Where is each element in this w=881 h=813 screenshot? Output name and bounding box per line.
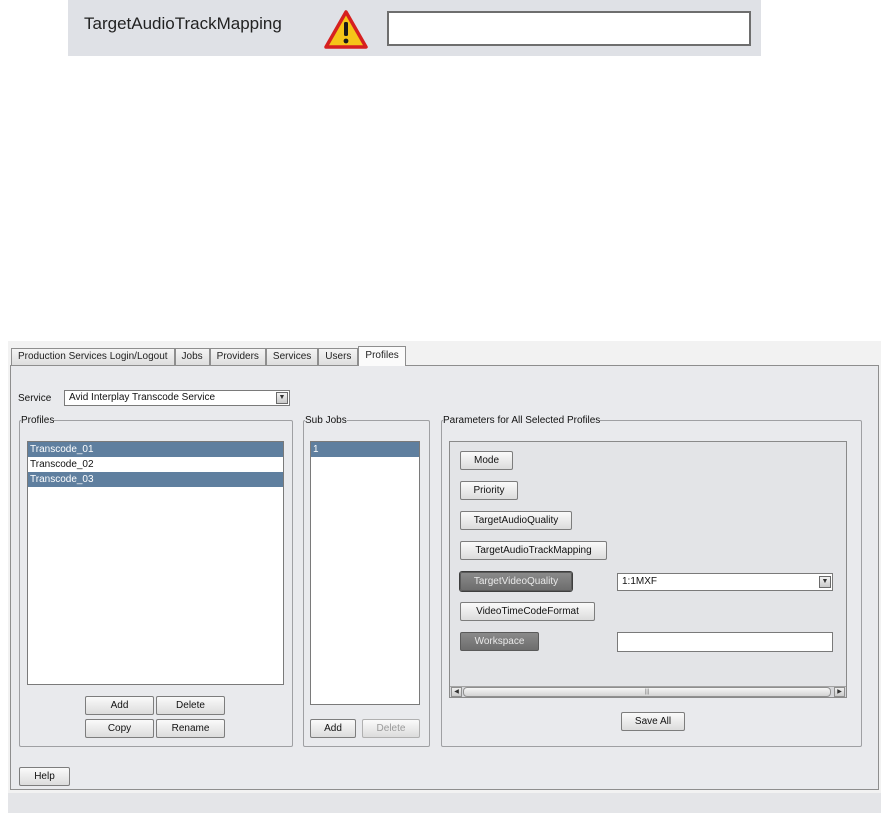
tab-login-logout[interactable]: Production Services Login/Logout: [11, 348, 175, 366]
rename-profile-button[interactable]: Rename: [156, 719, 225, 738]
priority-button[interactable]: Priority: [460, 481, 518, 500]
subjobs-legend: Sub Jobs: [305, 415, 347, 426]
delete-subjob-button[interactable]: Delete: [362, 719, 420, 738]
status-bar: [8, 793, 881, 813]
target-video-quality-select[interactable]: 1:1MXF ▼: [617, 573, 833, 591]
parameters-scroll-area: Mode Priority TargetAudioQuality TargetA…: [449, 441, 847, 698]
callout-strip: TargetAudioTrackMapping: [68, 0, 761, 56]
subjobs-list[interactable]: 1: [310, 441, 420, 705]
list-item[interactable]: Transcode_02: [28, 457, 283, 472]
scroll-thumb[interactable]: |||: [463, 687, 831, 697]
service-select[interactable]: Avid Interplay Transcode Service ▼: [64, 390, 290, 406]
callout-label: TargetAudioTrackMapping: [84, 14, 282, 33]
profiles-panel: Service Avid Interplay Transcode Service…: [10, 365, 879, 790]
copy-profile-button[interactable]: Copy: [85, 719, 154, 738]
help-button[interactable]: Help: [19, 767, 70, 786]
service-label: Service: [18, 393, 52, 404]
target-audio-quality-button[interactable]: TargetAudioQuality: [460, 511, 572, 530]
save-all-button[interactable]: Save All: [621, 712, 685, 731]
app-window: Production Services Login/Logout Jobs Pr…: [8, 341, 881, 813]
tab-profiles[interactable]: Profiles: [358, 346, 406, 366]
callout-value-field[interactable]: [387, 11, 751, 46]
tab-users[interactable]: Users: [318, 348, 359, 366]
warning-triangle-icon: [323, 9, 369, 51]
workspace-field[interactable]: [617, 632, 833, 652]
target-video-quality-value: 1:1MXF: [622, 576, 658, 587]
horizontal-scrollbar[interactable]: ◀ ||| ▶: [450, 686, 846, 697]
chevron-down-icon[interactable]: ▼: [276, 392, 288, 404]
list-item[interactable]: Transcode_01: [28, 442, 283, 457]
scroll-right-icon[interactable]: ▶: [834, 687, 845, 697]
tab-services[interactable]: Services: [265, 348, 319, 366]
list-item[interactable]: 1: [311, 442, 419, 457]
scroll-left-icon[interactable]: ◀: [451, 687, 462, 697]
mode-button[interactable]: Mode: [460, 451, 513, 470]
list-item[interactable]: Transcode_03: [28, 472, 283, 487]
parameters-legend: Parameters for All Selected Profiles: [443, 415, 601, 426]
video-timecode-format-button[interactable]: VideoTimeCodeFormat: [460, 602, 595, 621]
target-video-quality-button[interactable]: TargetVideoQuality: [460, 572, 572, 591]
add-subjob-button[interactable]: Add: [310, 719, 356, 738]
chevron-down-icon[interactable]: ▼: [819, 576, 831, 588]
tab-providers[interactable]: Providers: [209, 348, 266, 366]
tab-jobs[interactable]: Jobs: [174, 348, 210, 366]
profiles-list[interactable]: Transcode_01 Transcode_02 Transcode_03: [27, 441, 284, 685]
add-profile-button[interactable]: Add: [85, 696, 154, 715]
target-audio-track-mapping-button[interactable]: TargetAudioTrackMapping: [460, 541, 607, 560]
workspace-button[interactable]: Workspace: [460, 632, 539, 651]
profiles-legend: Profiles: [21, 415, 55, 426]
service-select-value: Avid Interplay Transcode Service: [69, 392, 216, 403]
delete-profile-button[interactable]: Delete: [156, 696, 225, 715]
tab-bar: Production Services Login/Logout Jobs Pr…: [11, 346, 406, 366]
